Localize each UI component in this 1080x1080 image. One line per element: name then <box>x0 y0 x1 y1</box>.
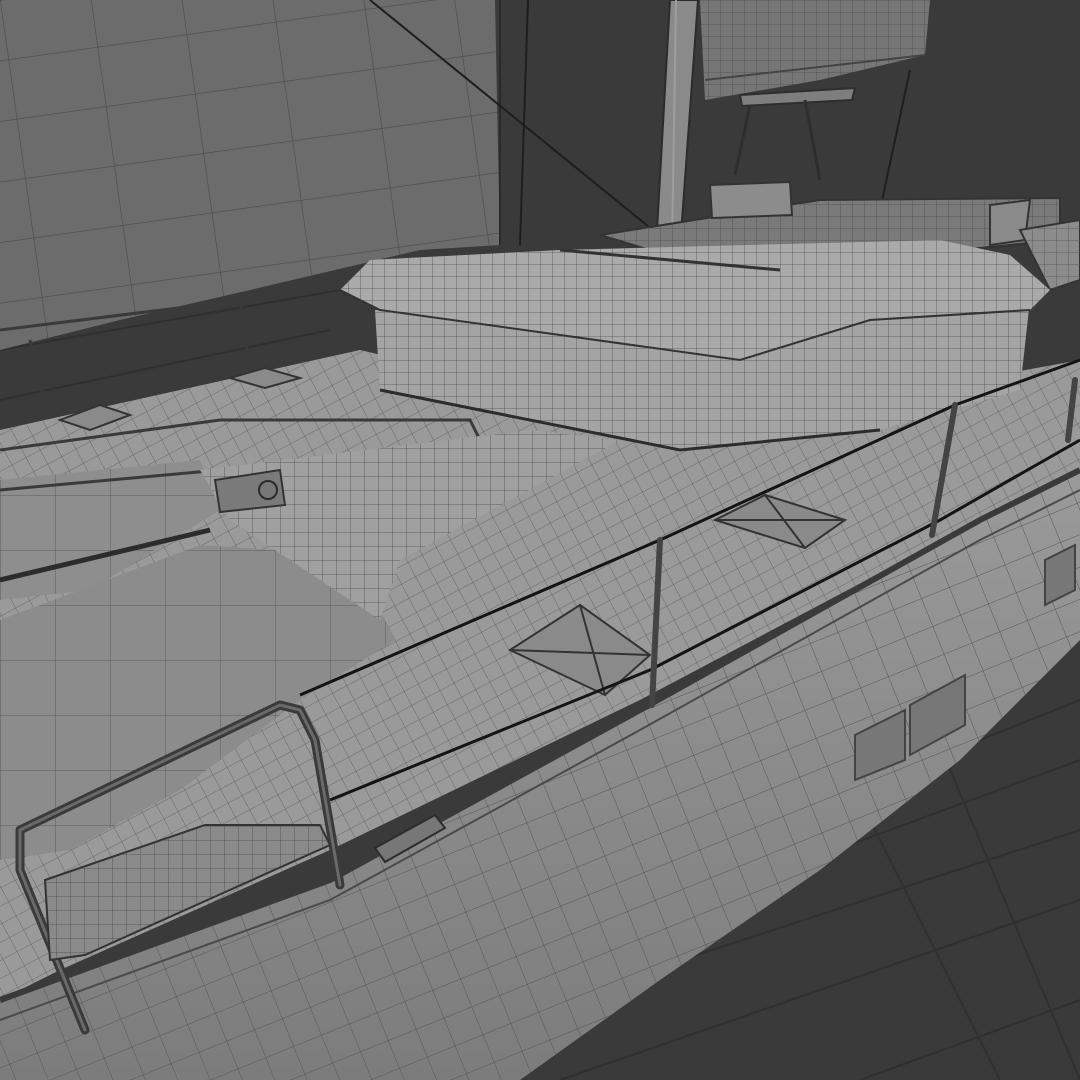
render-canvas <box>0 0 1080 1080</box>
3d-viewport[interactable] <box>0 0 1080 1080</box>
winch-icon <box>258 480 278 500</box>
